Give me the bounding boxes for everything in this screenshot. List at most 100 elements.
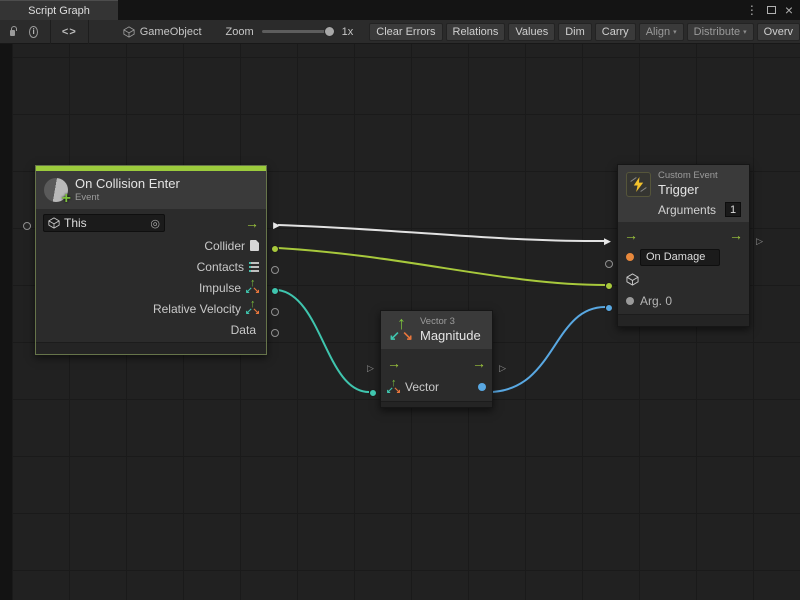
graph-toolbar: i <> GameObject Zoom 1x Clear Errors Rel… [0, 20, 800, 44]
control-input-arrow-icon[interactable]: → [387, 356, 401, 370]
custom-event-icon [626, 172, 651, 197]
align-dropdown[interactable]: Align▾ [639, 23, 684, 41]
data-output-port[interactable] [271, 329, 279, 337]
vector3-icon: ↑↙↘ [389, 318, 413, 342]
align-label: Align [646, 26, 670, 38]
tab-script-graph[interactable]: Script Graph [0, 0, 118, 20]
carry-button[interactable]: Carry [595, 23, 636, 41]
node-trigger-custom-event[interactable]: Custom Event Trigger Arguments 1 → → On … [617, 164, 750, 327]
close-icon[interactable]: × [785, 3, 793, 17]
arg0-port-icon[interactable] [626, 297, 634, 305]
node-footer [618, 314, 749, 326]
wire-impulse-vector[interactable] [278, 290, 369, 392]
node-title: Trigger [658, 182, 718, 198]
node-on-collision-enter[interactable]: + On Collision Enter Event This ◎ → Coll… [35, 165, 267, 355]
node-body: → → ↑↙↘ Vector [381, 349, 492, 401]
window-menu-icon[interactable]: ⋮ [746, 4, 758, 16]
node-body: This ◎ → Collider Contacts Impulse↑↙↘ Re… [36, 209, 266, 342]
event-name-port-icon[interactable] [626, 253, 634, 261]
event-name-input-port[interactable] [605, 260, 613, 268]
maximize-icon[interactable] [767, 6, 776, 14]
dim-button[interactable]: Dim [558, 23, 592, 41]
impulse-output-port[interactable] [271, 287, 279, 295]
distribute-dropdown[interactable]: Distribute▾ [687, 23, 754, 41]
lock-icon[interactable] [10, 30, 15, 36]
toolbar-divider [88, 20, 89, 44]
object-picker-icon[interactable]: ◎ [150, 217, 160, 230]
control-output-arrow-icon[interactable]: → [729, 228, 743, 242]
list-type-icon [249, 262, 259, 272]
collision-event-icon: + [44, 178, 68, 202]
port-label-relative-velocity: Relative Velocity [153, 302, 241, 316]
control-input-port[interactable]: ▷ [367, 364, 374, 373]
port-label-impulse: Impulse [199, 281, 241, 295]
node-vector3-magnitude[interactable]: ↑↙↘ Vector 3 Magnitude → → ↑↙↘ Vector [380, 310, 493, 408]
graph-canvas[interactable]: + On Collision Enter Event This ◎ → Coll… [0, 44, 800, 600]
overview-button[interactable]: Overv [757, 23, 800, 41]
gameobject-label: GameObject [140, 26, 202, 38]
node-header[interactable]: + On Collision Enter Event [36, 171, 266, 209]
target-object-field[interactable]: This ◎ [43, 214, 165, 232]
unity-script-graph-window: Script Graph ⋮ × i <> GameObject Zoom 1x… [0, 0, 800, 600]
zoom-label: Zoom [226, 26, 254, 38]
node-subtitle: Event [75, 192, 180, 204]
vector3-type-icon: ↑↙↘ [246, 281, 259, 294]
node-body: → → On Damage Arg. 0 [618, 222, 749, 314]
control-input-arrow-icon[interactable]: → [624, 228, 638, 242]
toolbar-buttons: Clear Errors Relations Values Dim Carry … [369, 23, 800, 41]
this-input-port[interactable] [23, 222, 31, 230]
tab-label: Script Graph [28, 5, 90, 17]
control-input-port[interactable]: ▶ [604, 237, 611, 246]
port-label-collider: Collider [204, 239, 245, 253]
cube-icon [626, 273, 639, 286]
node-kind: Custom Event [658, 170, 718, 182]
arguments-label: Arguments [658, 203, 716, 217]
arg0-label: Arg. 0 [640, 294, 672, 308]
node-kind: Vector 3 [420, 316, 481, 328]
cube-icon [48, 217, 60, 229]
contacts-output-port[interactable] [271, 266, 279, 274]
relative-velocity-output-port[interactable] [271, 308, 279, 316]
tab-bar: Script Graph ⋮ × [0, 0, 800, 20]
control-output-arrow-icon[interactable]: → [245, 216, 259, 230]
clear-errors-button[interactable]: Clear Errors [369, 23, 442, 41]
relations-button[interactable]: Relations [446, 23, 506, 41]
arguments-row: Arguments 1 [618, 200, 749, 222]
values-button[interactable]: Values [508, 23, 555, 41]
wire-collider[interactable] [278, 248, 605, 285]
target-object-value: This [64, 216, 87, 230]
magnitude-output-port[interactable] [478, 383, 486, 391]
port-label-data: Data [231, 323, 256, 337]
collider-output-port[interactable] [271, 245, 279, 253]
target-input-port[interactable] [605, 282, 613, 290]
chevron-down-icon: ▾ [743, 28, 747, 36]
plus-icon: + [62, 191, 71, 207]
gameobject-reference[interactable]: GameObject [123, 26, 202, 38]
control-output-port[interactable]: ▷ [499, 364, 506, 373]
control-output-arrow-icon[interactable]: → [472, 356, 486, 370]
arguments-count-field[interactable]: 1 [725, 202, 741, 217]
wire-magnitude-arg[interactable] [488, 307, 605, 392]
gameobject-icon [123, 26, 135, 38]
event-name-field[interactable]: On Damage [640, 249, 720, 266]
node-footer [381, 401, 492, 407]
window-controls: ⋮ × [746, 0, 800, 20]
vector3-type-icon: ↑↙↘ [246, 302, 259, 315]
zoom-slider-handle[interactable] [324, 26, 335, 37]
collider-type-icon [250, 240, 259, 251]
arg0-input-port[interactable] [605, 304, 613, 312]
zoom-slider[interactable] [262, 30, 332, 33]
vector-input-label: Vector [405, 380, 439, 394]
node-title: On Collision Enter [75, 176, 180, 192]
vector3-type-icon: ↑↙↘ [387, 381, 400, 394]
vector-input-port[interactable] [369, 389, 377, 397]
control-output-port[interactable]: ▶ [273, 221, 280, 230]
wire-control-flow[interactable] [278, 225, 605, 241]
control-output-port[interactable]: ▷ [756, 237, 763, 246]
node-header[interactable]: Custom Event Trigger [618, 165, 749, 200]
code-view-icon[interactable]: <> [51, 26, 88, 38]
zoom-value: 1x [342, 26, 354, 38]
distribute-label: Distribute [694, 26, 740, 38]
node-header[interactable]: ↑↙↘ Vector 3 Magnitude [381, 311, 492, 349]
info-icon[interactable]: i [29, 26, 38, 38]
